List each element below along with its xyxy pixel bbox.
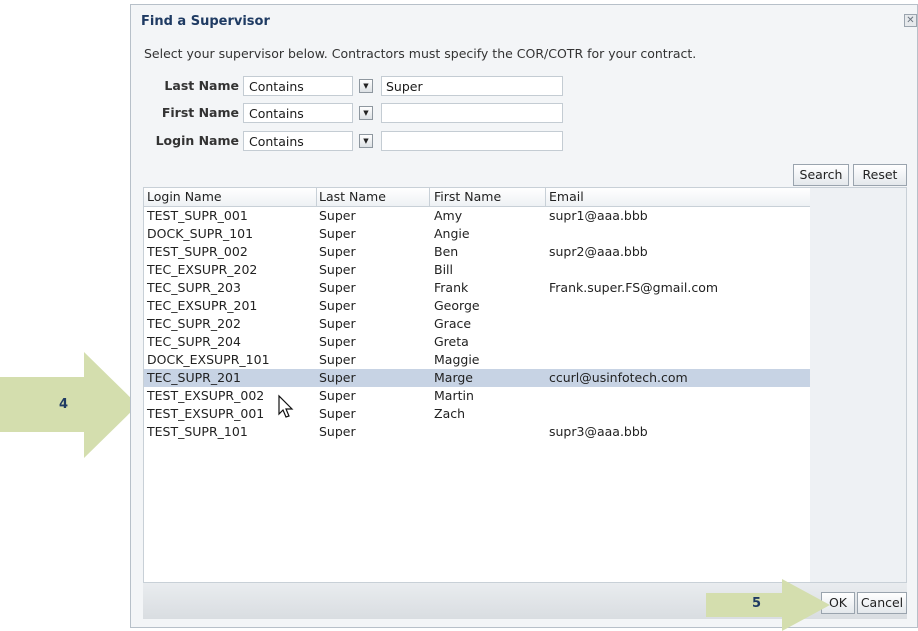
last-name-dropdown-icon[interactable]: ▼: [359, 79, 373, 93]
results-table: Login Name Last Name First Name Email TE…: [143, 187, 907, 583]
table-row[interactable]: DOCK_SUPR_101 Super Angie: [144, 225, 810, 243]
cancel-button[interactable]: Cancel: [857, 592, 907, 614]
table-row[interactable]: TEST_SUPR_002 Super Ben supr2@aaa.bbb: [144, 243, 810, 261]
first-name-cell: Bill: [434, 262, 453, 277]
first-name-cell: Amy: [434, 208, 463, 223]
callout-5-label: 5: [752, 596, 762, 611]
login-name-cell: TEST_EXSUPR_001: [147, 406, 265, 421]
last-name-cell: Super: [319, 262, 356, 277]
login-name-cell: TEC_EXSUPR_201: [147, 298, 258, 313]
last-name-cell: Super: [319, 208, 356, 223]
email-cell: Frank.super.FS@gmail.com: [549, 280, 719, 295]
login-name-cell: TEC_EXSUPR_202: [147, 262, 258, 277]
callout-5-arrow: [706, 579, 830, 631]
last-name-cell: Super: [319, 388, 356, 403]
search-button[interactable]: Search: [793, 164, 849, 186]
first-name-cell: Martin: [434, 388, 474, 403]
email-cell: supr2@aaa.bbb: [549, 244, 648, 259]
last-name-cell: Super: [319, 334, 356, 349]
last-name-operator-select[interactable]: Contains: [243, 76, 353, 96]
last-name-cell: Super: [319, 370, 356, 385]
table-filler: [810, 188, 906, 582]
column-header-last-name[interactable]: Last Name: [319, 188, 386, 206]
login-name-operator-select[interactable]: Contains: [243, 131, 353, 151]
column-header-login-name[interactable]: Login Name: [147, 188, 222, 206]
column-header-email[interactable]: Email: [549, 188, 584, 206]
reset-button[interactable]: Reset: [853, 164, 907, 186]
table-row[interactable]: TEC_SUPR_201 Super Marge ccurl@usinfotech.c…: [144, 369, 810, 387]
table-row[interactable]: TEC_SUPR_203 Super Frank Frank.super.FS@gma…: [144, 279, 810, 297]
first-name-cell: George: [434, 298, 480, 313]
last-name-cell: Super: [319, 298, 356, 313]
cursor-icon: [278, 394, 294, 418]
last-name-cell: Super: [319, 226, 356, 241]
first-name-dropdown-icon[interactable]: ▼: [359, 106, 373, 120]
table-row[interactable]: TEC_EXSUPR_202 Super Bill: [144, 261, 810, 279]
first-name-cell: Greta: [434, 334, 469, 349]
login-name-dropdown-icon[interactable]: ▼: [359, 134, 373, 148]
first-name-operator-select[interactable]: Contains: [243, 103, 353, 123]
last-name-label: Last Name: [164, 78, 239, 93]
login-name-cell: TEC_SUPR_204: [147, 334, 241, 349]
login-name-cell: DOCK_SUPR_101: [147, 226, 254, 241]
first-name-cell: Angie: [434, 226, 470, 241]
last-name-input[interactable]: Super: [381, 76, 563, 96]
find-supervisor-dialog: Find a Supervisor ✕ Select your supervis…: [130, 4, 918, 628]
first-name-cell: Zach: [434, 406, 466, 421]
login-name-input[interactable]: [381, 131, 563, 151]
last-name-cell: Super: [319, 280, 356, 295]
table-row[interactable]: TEST_SUPR_101 Super supr3@aaa.bbb: [144, 423, 810, 441]
table-row[interactable]: TEC_SUPR_202 Super Grace: [144, 315, 810, 333]
last-name-cell: Super: [319, 244, 356, 259]
callout-4-label: 4: [59, 397, 69, 412]
first-name-cell: Grace: [434, 316, 472, 331]
login-name-cell: TEC_SUPR_201: [147, 370, 241, 385]
table-header: Login Name Last Name First Name Email: [144, 188, 810, 207]
table-row[interactable]: DOCK_EXSUPR_101 Super Maggie: [144, 351, 810, 369]
login-name-cell: TEC_SUPR_203: [147, 280, 241, 295]
first-name-cell: Marge: [434, 370, 473, 385]
column-header-first-name[interactable]: First Name: [434, 188, 501, 206]
login-name-cell: TEC_SUPR_202: [147, 316, 241, 331]
email-cell: supr1@aaa.bbb: [549, 208, 648, 223]
last-name-cell: Super: [319, 424, 356, 439]
login-name-cell: TEST_SUPR_101: [147, 424, 248, 439]
first-name-cell: Maggie: [434, 352, 480, 367]
last-name-cell: Super: [319, 406, 356, 421]
first-name-cell: Ben: [434, 244, 459, 259]
login-name-cell: TEST_EXSUPR_002: [147, 388, 265, 403]
dialog-instructions: Select your supervisor below. Contractor…: [144, 46, 697, 61]
login-name-label: Login Name: [155, 133, 239, 148]
table-row[interactable]: TEST_EXSUPR_002 Super Martin: [144, 387, 810, 405]
table-row[interactable]: TEC_SUPR_204 Super Greta: [144, 333, 810, 351]
table-row[interactable]: TEC_EXSUPR_201 Super George: [144, 297, 810, 315]
dialog-title: Find a Supervisor: [141, 14, 270, 29]
last-name-cell: Super: [319, 316, 356, 331]
login-name-cell: TEST_SUPR_001: [147, 208, 248, 223]
email-cell: supr3@aaa.bbb: [549, 424, 648, 439]
first-name-input[interactable]: [381, 103, 563, 123]
close-icon[interactable]: ✕: [904, 14, 917, 27]
table-row[interactable]: TEST_SUPR_001 Super Amy supr1@aaa.bbb: [144, 207, 810, 225]
first-name-cell: Frank: [434, 280, 469, 295]
table-row[interactable]: TEST_EXSUPR_001 Super Zach: [144, 405, 810, 423]
login-name-cell: TEST_SUPR_002: [147, 244, 248, 259]
email-cell: ccurl@usinfotech.com: [549, 370, 688, 385]
last-name-cell: Super: [319, 352, 356, 367]
login-name-cell: DOCK_EXSUPR_101: [147, 352, 270, 367]
first-name-label: First Name: [161, 105, 239, 120]
callout-4-arrow: [0, 352, 138, 458]
